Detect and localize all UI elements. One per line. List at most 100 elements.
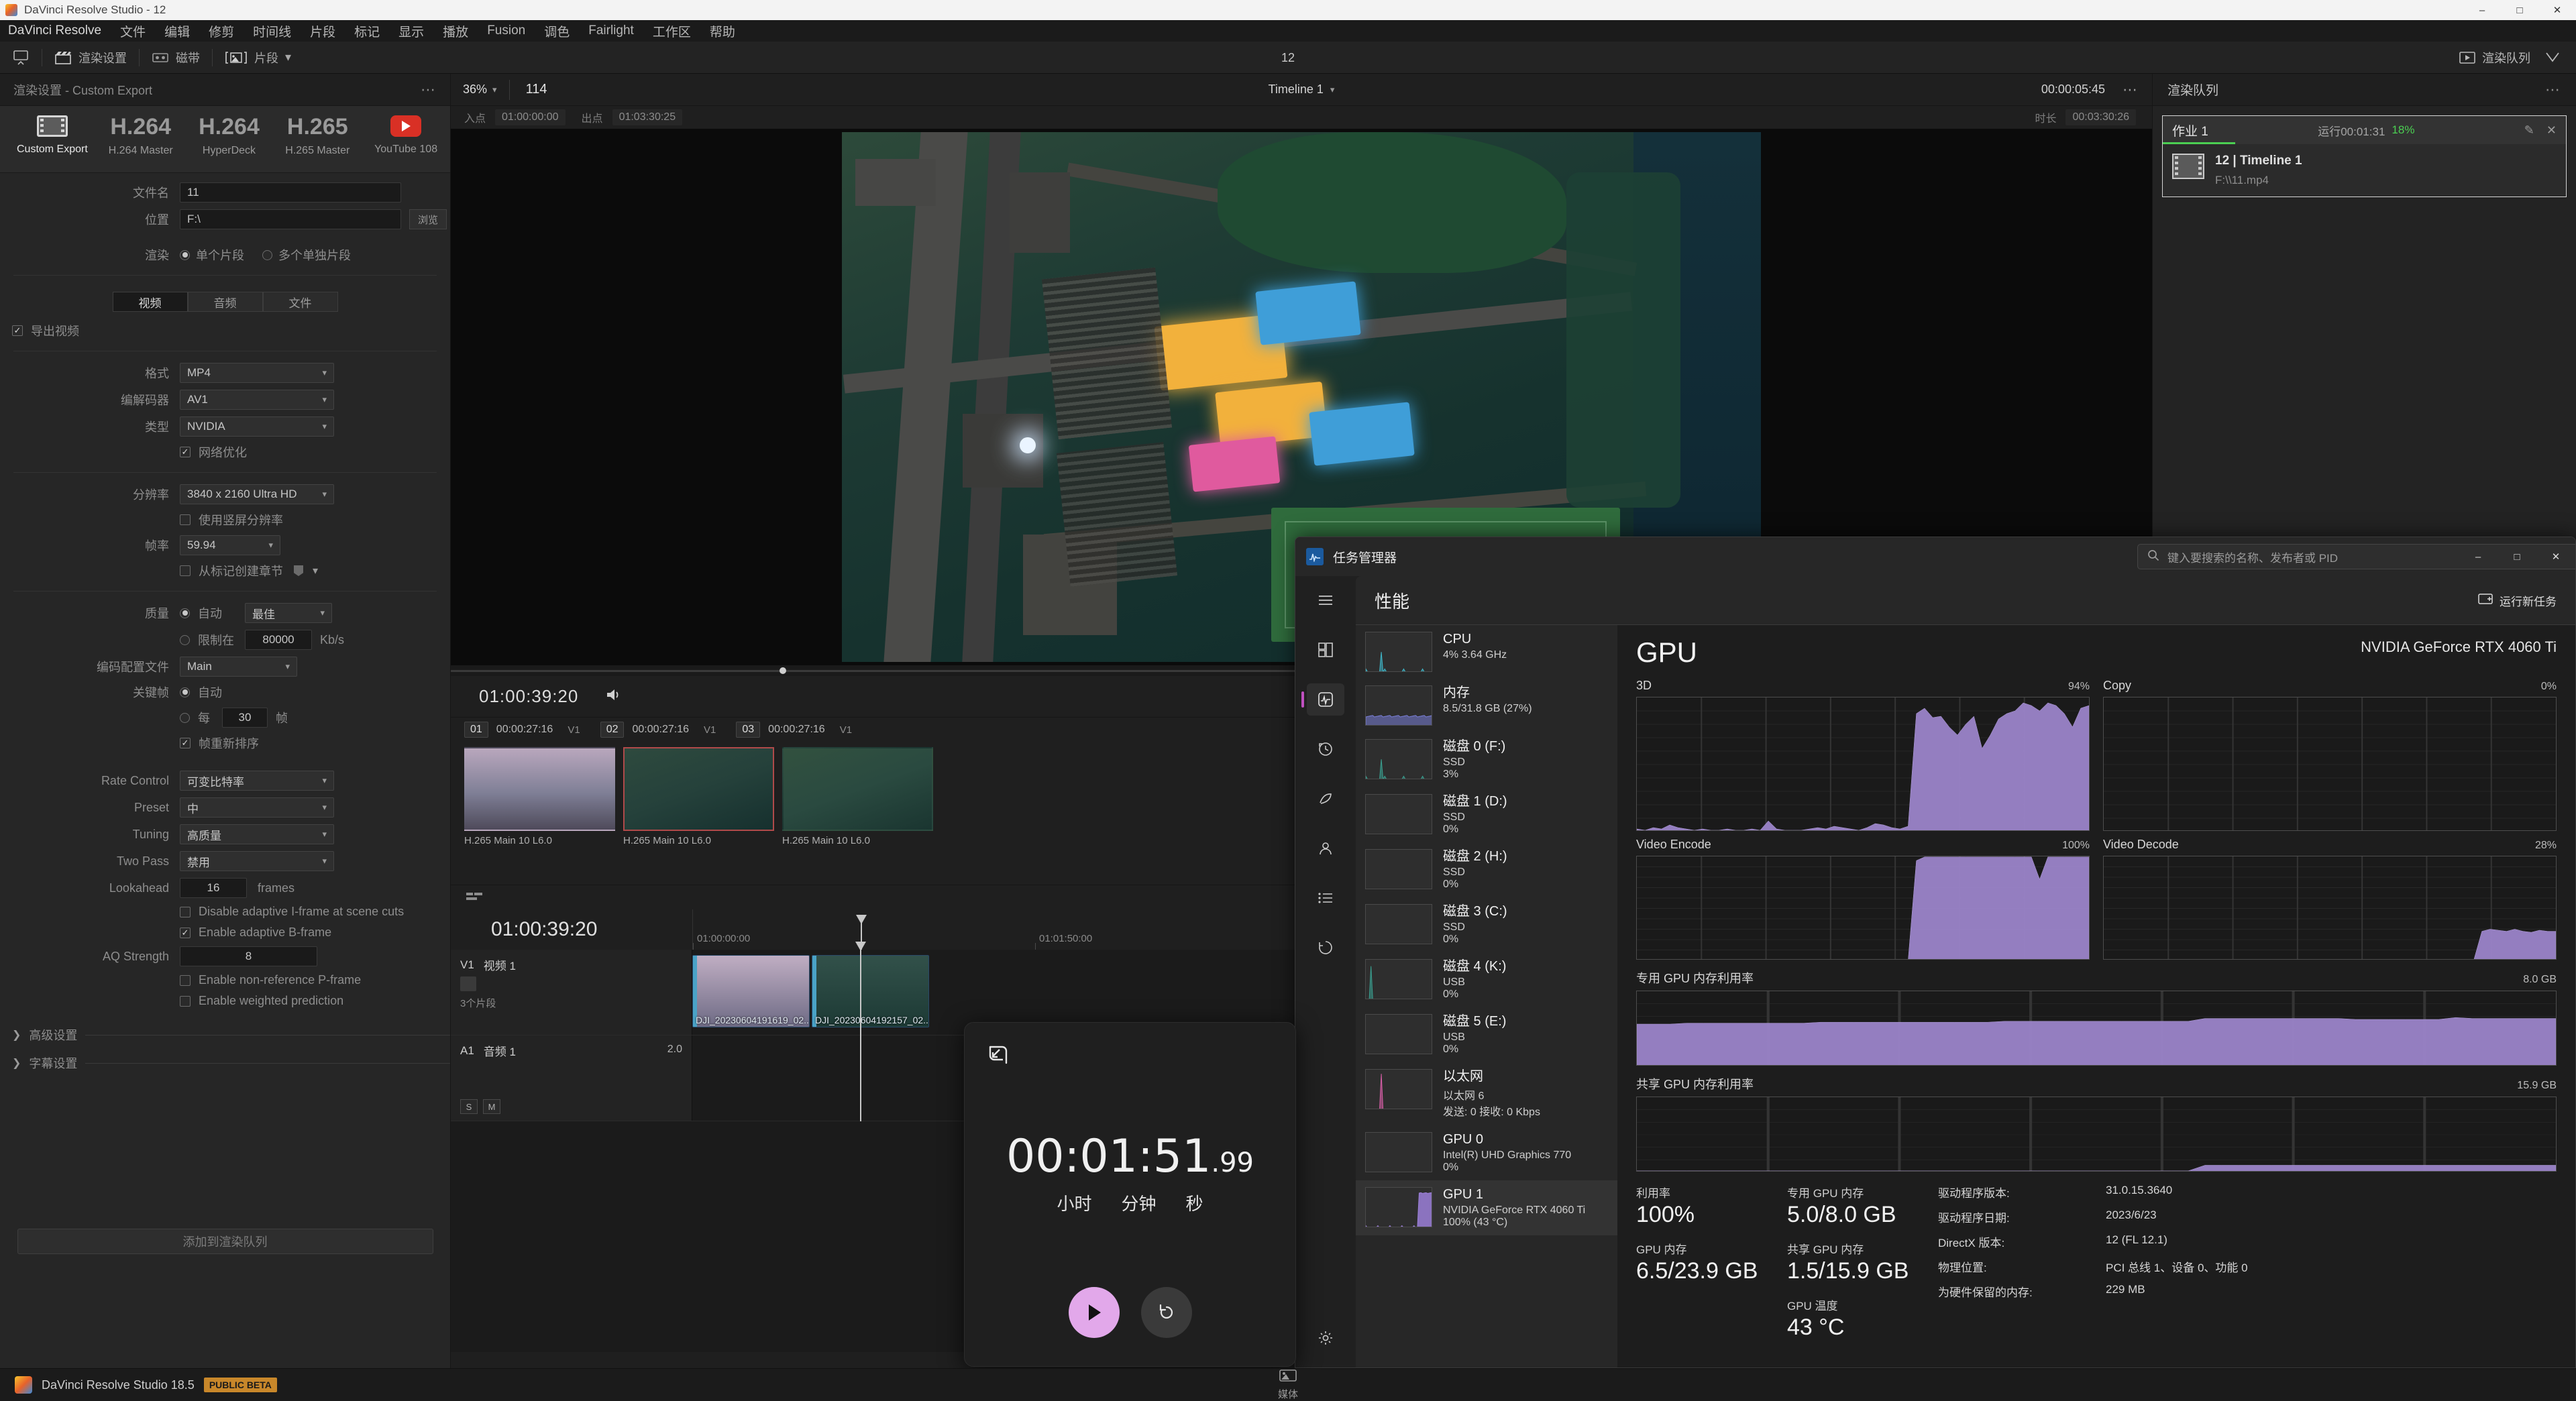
- render-settings-tab[interactable]: 渲染设置: [42, 42, 139, 74]
- menu-trim[interactable]: 修剪: [209, 22, 234, 40]
- type-select[interactable]: NVIDIA ▾: [180, 416, 334, 437]
- menu-timeline[interactable]: 时间线: [253, 22, 291, 40]
- tm-close-button[interactable]: ✕: [2536, 537, 2575, 576]
- monitor-icon[interactable]: [12, 50, 30, 66]
- disable-adaptive-iframe-checkbox[interactable]: [180, 906, 191, 917]
- scrubber-handle[interactable]: [780, 667, 786, 674]
- quality-auto-select[interactable]: 最佳 ▾: [245, 603, 332, 623]
- nav-performance-icon[interactable]: [1301, 683, 1344, 716]
- menu-fusion[interactable]: Fusion: [487, 23, 525, 38]
- clip-item-header-2[interactable]: 02 00:00:27:16 V1: [600, 722, 716, 738]
- task-manager-window-controls[interactable]: – □ ✕: [2459, 537, 2575, 576]
- track-header-a1[interactable]: A1 音频 1 2.0 S M: [451, 1035, 692, 1121]
- format-select[interactable]: MP4 ▾: [180, 363, 334, 383]
- gpu-engine-video-encode[interactable]: Video Encode 100%: [1636, 838, 2090, 960]
- timeline-view-icon[interactable]: [466, 890, 483, 905]
- network-optimization-checkbox[interactable]: [180, 447, 191, 457]
- render-queue-toggle[interactable]: 渲染队列: [2459, 49, 2530, 66]
- tm-minimize-button[interactable]: –: [2459, 537, 2498, 576]
- profile-select[interactable]: Main ▾: [180, 657, 297, 677]
- nav-app-history-icon[interactable]: [1307, 733, 1344, 765]
- track-header-v1[interactable]: V1 视频 1 3个片段: [451, 950, 692, 1035]
- hamburger-icon[interactable]: [1307, 584, 1344, 616]
- out-point-value[interactable]: 01:03:30:25: [612, 109, 683, 125]
- preset-h264-master[interactable]: H.264 H.264 Master: [97, 115, 185, 157]
- render-settings-tabs[interactable]: 视频 音频 文件: [0, 284, 450, 319]
- menu-edit[interactable]: 编辑: [164, 22, 190, 40]
- quality-limit-radio[interactable]: [180, 634, 190, 645]
- gpu-engine-3d[interactable]: 3D 94%: [1636, 679, 2090, 831]
- keyframe-every-input[interactable]: 30: [222, 708, 268, 728]
- play-icon[interactable]: [1068, 1287, 1120, 1338]
- render-multi-radio[interactable]: [262, 249, 272, 260]
- monitor-toggle-group[interactable]: [0, 42, 42, 74]
- clip-thumb-group-2[interactable]: H.265 Main 10 L6.0: [623, 747, 774, 846]
- clip-thumbnail[interactable]: [782, 747, 933, 831]
- subtitle-settings-disclosure[interactable]: ❯ 字幕设置: [0, 1049, 450, 1077]
- preset-h265-master[interactable]: H.265 H.265 Master: [273, 115, 362, 157]
- solo-button[interactable]: S: [460, 1099, 478, 1114]
- chevron-down-icon[interactable]: ▾: [1330, 85, 1335, 95]
- nav-settings-icon[interactable]: [1307, 1322, 1344, 1354]
- minimize-button[interactable]: –: [2463, 0, 2501, 20]
- clip-thumbnail[interactable]: [464, 747, 615, 831]
- resource-item[interactable]: 磁盘 5 (E:) USB 0%: [1356, 1007, 1617, 1062]
- export-video-checkbox[interactable]: [12, 325, 23, 336]
- advanced-settings-disclosure[interactable]: ❯ 高级设置: [0, 1021, 450, 1049]
- close-icon[interactable]: ✕: [2546, 123, 2557, 137]
- render-job-card[interactable]: 作业 1 运行00:01:31 18% ✎ ✕ 12 | Timeline 1 …: [2162, 115, 2567, 197]
- resource-item[interactable]: 内存 8.5/31.8 GB (27%): [1356, 679, 1617, 732]
- tab-file[interactable]: 文件: [262, 292, 338, 312]
- mute-button[interactable]: M: [483, 1099, 500, 1114]
- expand-icon[interactable]: [2545, 52, 2560, 64]
- browse-button[interactable]: 浏览: [409, 209, 447, 229]
- menu-color[interactable]: 调色: [544, 22, 570, 40]
- two-pass-select[interactable]: 禁用 ▾: [180, 851, 334, 871]
- reset-icon[interactable]: [1140, 1287, 1192, 1338]
- clip-thumbnail[interactable]: [623, 747, 774, 831]
- add-to-render-queue-button[interactable]: 添加到渲染队列: [17, 1229, 433, 1254]
- quality-auto-radio[interactable]: [180, 608, 190, 618]
- compact-overlay-icon[interactable]: [987, 1044, 1010, 1070]
- chapters-from-markers-checkbox[interactable]: [180, 565, 191, 576]
- timeline-clip[interactable]: DJI_20230604192157_02...: [812, 955, 929, 1027]
- render-job-actions[interactable]: ✎ ✕: [2524, 123, 2557, 137]
- resource-item[interactable]: 磁盘 0 (F:) SSD 3%: [1356, 732, 1617, 787]
- resource-item[interactable]: 磁盘 4 (K:) USB 0%: [1356, 952, 1617, 1007]
- edit-icon[interactable]: ✎: [2524, 123, 2534, 137]
- chevron-down-icon[interactable]: ▾: [313, 564, 318, 577]
- in-point-value[interactable]: 01:00:00:00: [495, 109, 566, 125]
- quality-limit-input[interactable]: 80000: [245, 630, 312, 650]
- codec-select[interactable]: AV1 ▾: [180, 390, 334, 410]
- menu-workspace[interactable]: 工作区: [653, 22, 691, 40]
- keyframe-every-radio[interactable]: [180, 712, 190, 723]
- keyframe-auto-radio[interactable]: [180, 687, 190, 697]
- menu-playback[interactable]: 播放: [443, 22, 468, 40]
- clip-thumb-group-3[interactable]: H.265 Main 10 L6.0: [782, 747, 933, 846]
- tab-audio[interactable]: 音频: [187, 292, 263, 312]
- zoom-control[interactable]: 36% ▾: [451, 82, 509, 97]
- queue-options-icon[interactable]: ⋯: [2545, 81, 2561, 99]
- menu-mark[interactable]: 标记: [354, 22, 380, 40]
- resource-item[interactable]: CPU 4% 3.64 GHz: [1356, 625, 1617, 679]
- menu-view[interactable]: 显示: [398, 22, 424, 40]
- menu-fairlight[interactable]: Fairlight: [588, 23, 634, 38]
- render-single-radio[interactable]: [180, 249, 190, 260]
- audio-icon[interactable]: [605, 687, 623, 706]
- weighted-prediction-checkbox[interactable]: [180, 995, 191, 1007]
- panel-options-icon[interactable]: ⋯: [421, 81, 437, 99]
- window-controls[interactable]: – □ ✕: [2463, 0, 2576, 20]
- tm-maximize-button[interactable]: □: [2498, 537, 2536, 576]
- nav-details-icon[interactable]: [1307, 882, 1344, 914]
- clip-item-header-3[interactable]: 03 00:00:27:16 V1: [736, 722, 852, 738]
- menu-clip[interactable]: 片段: [310, 22, 335, 40]
- preset-youtube-1080[interactable]: YouTube 108: [362, 115, 450, 156]
- viewer-toolbar-right[interactable]: 00:00:05:45 ⋯: [2041, 81, 2139, 99]
- preset-select[interactable]: 中 ▾: [180, 797, 334, 818]
- viewer-options-icon[interactable]: ⋯: [2123, 81, 2139, 99]
- filename-input[interactable]: 11: [180, 182, 401, 203]
- framerate-select[interactable]: 59.94 ▾: [180, 535, 280, 555]
- performance-resource-list[interactable]: CPU 4% 3.64 GHz 内存 8.5/31.8 GB (27%) 磁盘 0 (F…: [1356, 625, 1617, 1367]
- preset-custom-export[interactable]: Custom Export: [8, 115, 97, 156]
- vertical-resolution-checkbox[interactable]: [180, 514, 191, 525]
